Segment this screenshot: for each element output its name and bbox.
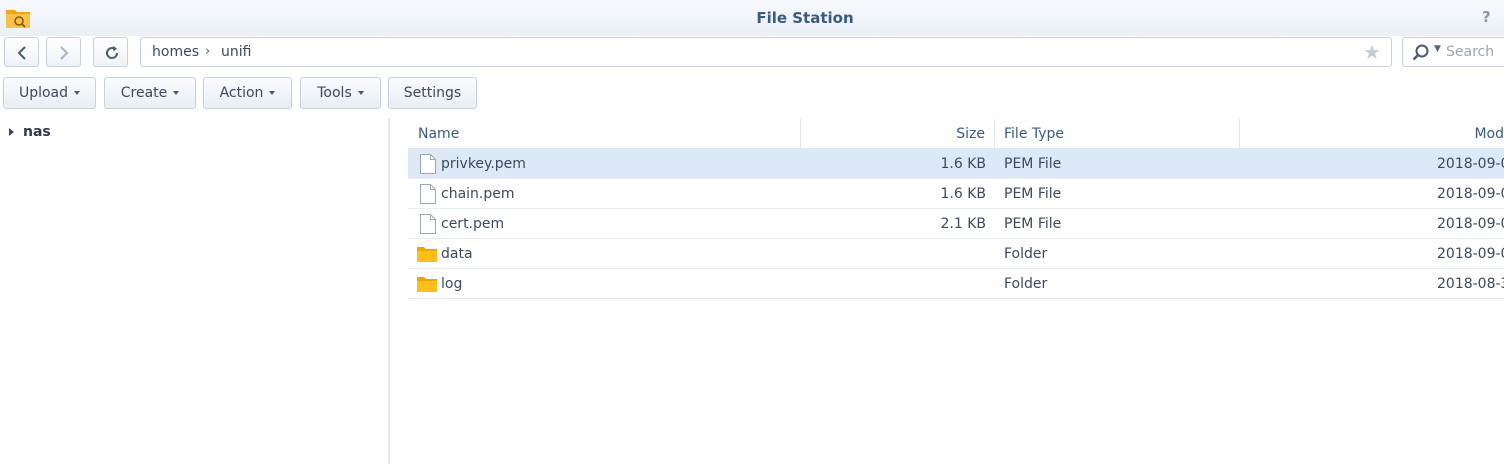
star-icon[interactable]: ★ [1363,41,1381,63]
folder-tree: nas [0,119,388,464]
action-button-label: Action [219,85,264,101]
file-type: PEM File [1004,216,1062,232]
file-size [801,239,986,269]
expand-arrow-icon[interactable] [9,128,14,136]
pane-splitter[interactable] [388,119,390,464]
file-size: 2.1 KB [940,216,987,232]
navigation-toolbar: homes › unifi ★ ▼ [0,36,1504,70]
file-modified: 2018-08-3 [1437,276,1504,292]
chevron-down-icon [74,91,81,95]
refresh-icon [106,46,119,59]
breadcrumb-unifi[interactable]: unifi [221,38,251,66]
chevron-right-icon [60,46,69,60]
settings-button-label: Settings [403,85,462,101]
search-options-caret-icon[interactable]: ▼ [1434,44,1441,54]
file-modified: 2018-09-0 [1437,246,1504,262]
file-list: Name Size File Type Mod privkey.pem 1.6 … [408,119,1504,464]
tree-node-label[interactable]: nas [23,124,51,140]
column-header-size[interactable]: Size [801,119,995,149]
file-size: 1.6 KB [940,156,987,172]
forward-button[interactable] [46,37,81,67]
refresh-button[interactable] [93,37,128,67]
help-icon[interactable]: ? [1482,8,1498,26]
action-button[interactable]: Action [203,77,292,109]
chevron-left-icon [17,46,26,60]
action-toolbar: Upload Create Action Tools Settings [0,76,1504,110]
file-modified: 2018-09-0 [1437,186,1504,202]
folder-icon [417,277,437,292]
file-type: PEM File [1004,156,1062,172]
file-list-header: Name Size File Type Mod [408,119,1504,149]
tools-button[interactable]: Tools [300,77,381,109]
chevron-down-icon [357,91,364,95]
table-row[interactable]: data Folder 2018-09-0 [408,239,1504,269]
file-size [801,269,986,299]
chevron-down-icon [173,91,180,95]
table-row[interactable]: cert.pem 2.1 KB PEM File 2018-09-0 [408,209,1504,239]
column-header-file-type[interactable]: File Type [995,119,1240,149]
create-button[interactable]: Create [104,77,196,109]
table-row[interactable]: log Folder 2018-08-3 [408,269,1504,299]
file-name[interactable]: cert.pem [441,209,504,239]
folder-icon [417,247,437,262]
file-type: PEM File [1004,186,1062,202]
column-header-modified[interactable]: Mod [1240,119,1504,149]
path-bar[interactable]: homes › unifi ★ [140,37,1392,67]
breadcrumb-homes[interactable]: homes [152,38,199,66]
file-type: Folder [1004,276,1048,292]
search-box[interactable]: ▼ [1402,37,1504,67]
file-size: 1.6 KB [940,186,987,202]
upload-button-label: Upload [18,85,69,101]
table-row[interactable]: privkey.pem 1.6 KB PEM File 2018-09-0 [408,149,1504,179]
search-icon[interactable] [1411,43,1431,63]
settings-button[interactable]: Settings [388,77,477,109]
file-modified: 2018-09-0 [1437,216,1504,232]
file-name[interactable]: chain.pem [441,179,515,209]
title-bar: File Station ? [0,0,1504,36]
create-button-label: Create [120,85,168,101]
tools-button-label: Tools [317,85,352,101]
column-header-name[interactable]: Name [408,119,801,149]
file-icon [420,214,436,234]
chevron-down-icon [269,91,276,95]
file-icon [420,184,436,204]
window-title: File Station [756,9,854,27]
file-name[interactable]: log [441,269,462,299]
table-row[interactable]: chain.pem 1.6 KB PEM File 2018-09-0 [408,179,1504,209]
back-button[interactable] [4,37,39,67]
file-name[interactable]: data [441,239,473,269]
file-name[interactable]: privkey.pem [441,149,526,179]
breadcrumb-separator: › [205,44,211,59]
upload-button[interactable]: Upload [3,77,96,109]
file-icon [420,154,436,174]
search-input[interactable] [1446,38,1504,66]
file-type: Folder [1004,246,1048,262]
file-modified: 2018-09-0 [1437,156,1504,172]
